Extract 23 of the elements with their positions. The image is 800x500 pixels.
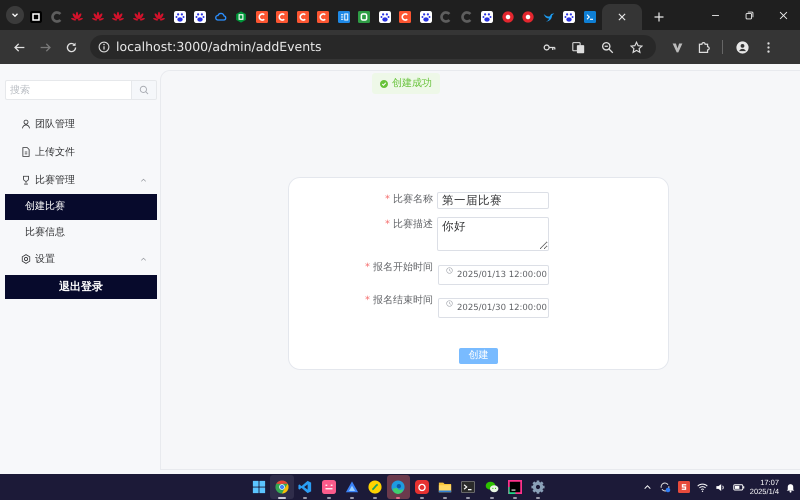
required-asterisk: * <box>365 262 370 273</box>
required-asterisk: * <box>385 219 390 230</box>
logout-button[interactable]: 退出登录 <box>5 275 157 300</box>
required-asterisk: * <box>365 295 370 306</box>
field-label: 比赛名称 <box>393 194 433 205</box>
field-label: 比赛描述 <box>393 219 433 230</box>
menu-item[interactable]: 设置 <box>5 245 157 273</box>
field-label: 报名结束时间 <box>373 295 433 306</box>
required-asterisk: * <box>385 194 390 205</box>
text-field[interactable]: 第一届比赛 <box>437 192 549 209</box>
textarea-field[interactable]: 你好 <box>437 217 549 251</box>
menu-item[interactable]: 上传文件 <box>5 138 157 166</box>
search-field[interactable]: 搜索 <box>5 80 131 100</box>
menu-item[interactable]: 团队管理 <box>5 110 157 138</box>
menu-item[interactable]: 比赛信息 <box>5 220 157 245</box>
menu-item[interactable]: 比赛管理 <box>5 166 157 194</box>
menu-item[interactable]: 创建比赛 <box>5 194 157 220</box>
datetime-field[interactable]: 2025/01/13 12:00:00 <box>438 265 549 285</box>
toast-message: 创建成功 <box>392 76 432 91</box>
url-text: localhost:3000/admin/addEvents <box>116 38 323 56</box>
datetime-field[interactable]: 2025/01/30 12:00:00 <box>438 298 549 318</box>
field-label: 报名开始时间 <box>373 262 433 273</box>
address-bar[interactable]: localhost:3000/admin/addEvents <box>90 35 656 59</box>
